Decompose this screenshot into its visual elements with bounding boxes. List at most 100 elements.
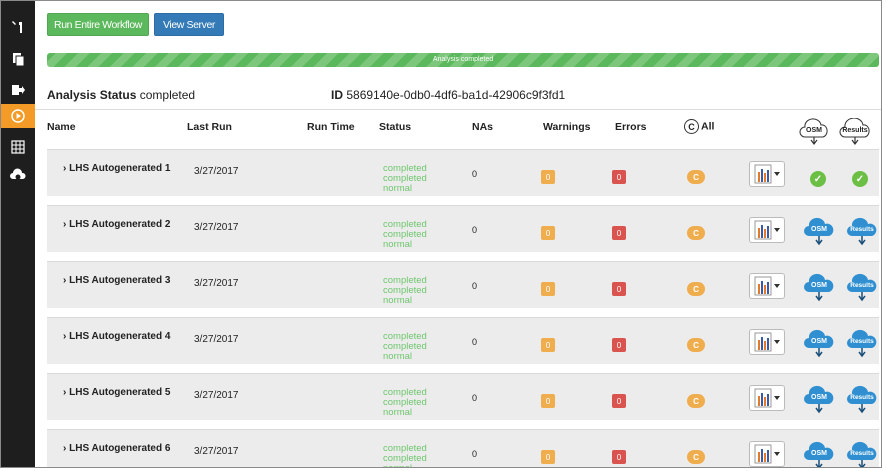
row-name[interactable]: › LHS Autogenerated 1 (63, 163, 170, 174)
documents-icon[interactable] (1, 47, 35, 71)
chart-dropdown-button[interactable] (749, 329, 785, 355)
osm-cloud-download-icon[interactable]: OSM (803, 328, 835, 363)
errors-badge[interactable]: 0 (612, 170, 626, 184)
chart-dropdown-button[interactable] (749, 161, 785, 187)
c-badge[interactable]: C (687, 394, 705, 408)
warnings-badge[interactable]: 0 (541, 226, 555, 240)
table-row[interactable]: › LHS Autogenerated 3 3/27/2017 complete… (47, 261, 879, 308)
progress-label: Analysis completed (432, 56, 494, 63)
bar-chart-icon (754, 276, 772, 296)
row-status: completedcompletednormal (383, 387, 427, 418)
bar-chart-icon (754, 164, 772, 184)
c-badge[interactable]: C (687, 282, 705, 296)
results-cloud-download-icon[interactable]: Results (846, 328, 878, 363)
osm-cloud-download-icon[interactable]: OSM (803, 216, 835, 251)
chevron-down-icon (774, 396, 780, 400)
results-header-download-icon[interactable]: Results (839, 117, 871, 146)
warnings-badge[interactable]: 0 (541, 338, 555, 352)
results-cloud-download-icon[interactable]: Results (846, 272, 878, 307)
osm-header-download-icon[interactable]: OSM (799, 118, 829, 146)
osm-label: OSM (811, 226, 827, 233)
warnings-badge[interactable]: 0 (541, 450, 555, 464)
warnings-badge[interactable]: 0 (541, 394, 555, 408)
main-panel: Run Entire Workflow View Server Analysis… (35, 1, 881, 467)
errors-badge[interactable]: 0 (612, 450, 626, 464)
tools-icon[interactable] (1, 15, 35, 39)
errors-badge[interactable]: 0 (612, 282, 626, 296)
errors-badge[interactable]: 0 (612, 226, 626, 240)
row-name[interactable]: › LHS Autogenerated 5 (63, 387, 170, 398)
errors-badge[interactable]: 0 (612, 394, 626, 408)
c-badge[interactable]: C (687, 170, 705, 184)
run-icon[interactable] (1, 104, 35, 128)
errors-badge[interactable]: 0 (612, 338, 626, 352)
results-cloud-download-icon[interactable]: Results (846, 440, 878, 467)
row-name[interactable]: › LHS Autogenerated 3 (63, 275, 170, 286)
osm-label: OSM (811, 282, 827, 289)
c-circle-icon: C (684, 119, 699, 134)
c-badge[interactable]: C (687, 338, 705, 352)
chevron-right-icon[interactable]: › (63, 163, 66, 174)
header-run-time[interactable]: Run Time (307, 121, 355, 133)
row-name[interactable]: › LHS Autogenerated 4 (63, 331, 170, 342)
row-nas: 0 (472, 337, 478, 347)
osm-cloud-download-icon[interactable]: OSM (803, 440, 835, 467)
header-errors[interactable]: Errors (615, 121, 647, 133)
warnings-badge[interactable]: 0 (541, 170, 555, 184)
chart-dropdown-button[interactable] (749, 385, 785, 411)
run-entire-workflow-button[interactable]: Run Entire Workflow (47, 13, 149, 36)
header-name[interactable]: Name (47, 121, 76, 133)
chart-dropdown-button[interactable] (749, 217, 785, 243)
osm-label: OSM (811, 450, 827, 457)
chevron-right-icon[interactable]: › (63, 275, 66, 286)
cloud-sync-icon[interactable] (1, 164, 35, 188)
row-status: completedcompletednormal (383, 275, 427, 306)
view-server-button[interactable]: View Server (154, 13, 224, 36)
analysis-progress-bar: Analysis completed (47, 53, 879, 67)
row-date: 3/27/2017 (194, 278, 239, 289)
bar-chart-icon (754, 220, 772, 240)
header-last-run[interactable]: Last Run (187, 121, 232, 133)
table-row[interactable]: › LHS Autogenerated 1 3/27/2017 complete… (47, 149, 879, 196)
table-row[interactable]: › LHS Autogenerated 6 3/27/2017 complete… (47, 429, 879, 467)
row-nas: 0 (472, 393, 478, 403)
osm-label: OSM (811, 338, 827, 345)
row-nas: 0 (472, 281, 478, 291)
sidebar (1, 1, 35, 467)
table-row[interactable]: › LHS Autogenerated 4 3/27/2017 complete… (47, 317, 879, 364)
analysis-id: ID 5869140e-0db0-4df6-ba1d-42906c9f3fd1 (331, 88, 565, 102)
chevron-down-icon (774, 452, 780, 456)
chevron-right-icon[interactable]: › (63, 219, 66, 230)
osm-cloud-download-icon[interactable]: OSM (803, 272, 835, 307)
header-status[interactable]: Status (379, 121, 411, 133)
c-badge[interactable]: C (687, 450, 705, 464)
row-name[interactable]: › LHS Autogenerated 2 (63, 219, 170, 230)
chevron-right-icon[interactable]: › (63, 443, 66, 454)
header-nas[interactable]: NAs (472, 121, 493, 133)
results-cloud-download-icon[interactable]: Results (846, 384, 878, 419)
chevron-down-icon (774, 284, 780, 288)
chevron-right-icon[interactable]: › (63, 331, 66, 342)
row-date: 3/27/2017 (194, 166, 239, 177)
warnings-badge[interactable]: 0 (541, 282, 555, 296)
chart-dropdown-button[interactable] (749, 273, 785, 299)
c-badge[interactable]: C (687, 226, 705, 240)
row-nas: 0 (472, 225, 478, 235)
export-icon[interactable] (1, 78, 35, 102)
row-name[interactable]: › LHS Autogenerated 6 (63, 443, 170, 454)
row-status: completedcompletednormal (383, 331, 427, 362)
header-all[interactable]: C All (684, 119, 714, 134)
chart-dropdown-button[interactable] (749, 441, 785, 467)
chevron-right-icon[interactable]: › (63, 387, 66, 398)
table-row[interactable]: › LHS Autogenerated 2 3/27/2017 complete… (47, 205, 879, 252)
osm-label: OSM (811, 394, 827, 401)
server-icon[interactable] (1, 135, 35, 159)
header-warnings[interactable]: Warnings (543, 121, 590, 133)
results-label: Results (850, 394, 874, 401)
table-row[interactable]: › LHS Autogenerated 5 3/27/2017 complete… (47, 373, 879, 420)
osm-cloud-download-icon[interactable]: OSM (803, 384, 835, 419)
results-cloud-download-icon[interactable]: Results (846, 216, 878, 251)
analysis-status: Analysis Status completed (47, 88, 195, 102)
analysis-status-value: completed (139, 88, 196, 102)
row-nas: 0 (472, 169, 478, 179)
